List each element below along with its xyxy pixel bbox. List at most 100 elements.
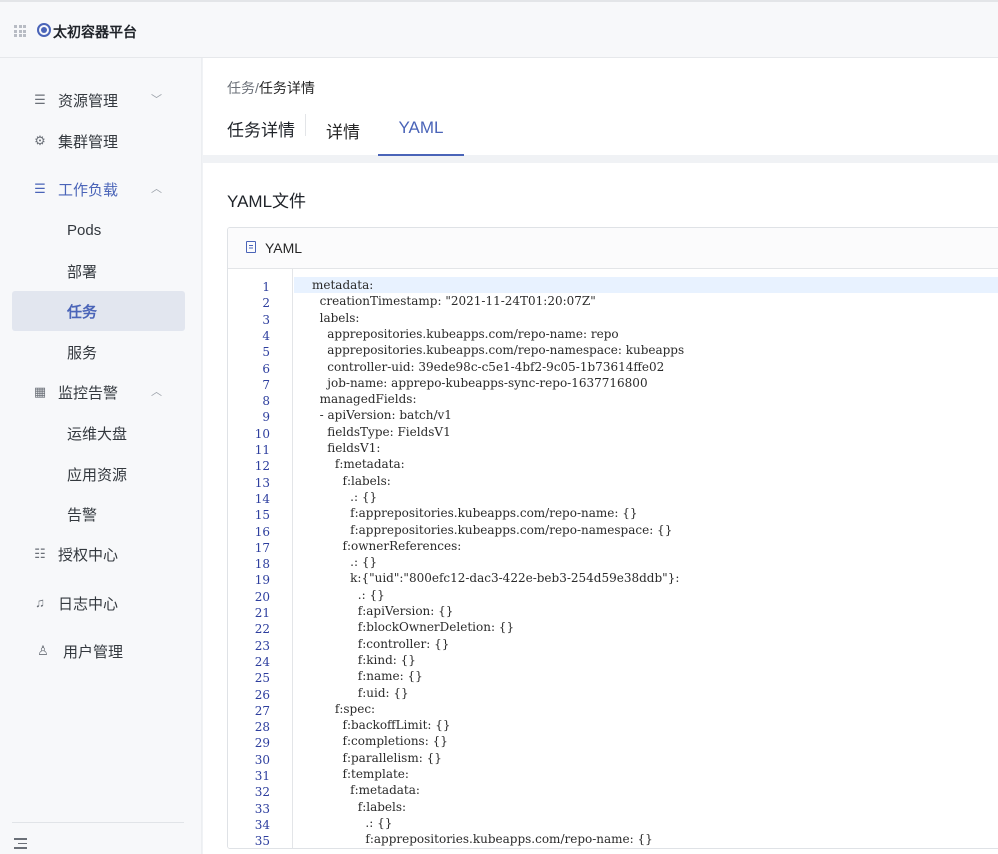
brand-title[interactable]: 太初容器平台: [53, 22, 137, 42]
yaml-card-header: YAML: [228, 228, 998, 269]
code-line: job-name: apprepo-kubeapps-sync-repo-163…: [312, 375, 648, 390]
code-line: metadata:: [312, 278, 374, 292]
yaml-card: YAML 1 2 3 4 5 6 7 8 9 10 11 12 13 14 15 16 17 18 19 20 21 22…: [227, 227, 998, 849]
sidebar-item-pods[interactable]: Pods: [0, 210, 202, 250]
line-number: 14: [254, 491, 270, 506]
code-line: f:spec:: [312, 701, 376, 716]
sidebar-divider: [12, 822, 184, 823]
sidebar-item-logs[interactable]: ♫ 日志中心: [0, 583, 202, 623]
code-line: f:ownerReferences:: [312, 538, 462, 553]
sidebar-item-authorization[interactable]: ☷ 授权中心: [0, 534, 202, 574]
tab-yaml[interactable]: YAML: [378, 118, 464, 156]
line-number: 8: [262, 394, 270, 409]
code-line: f:backoffLimit: {}: [312, 718, 451, 733]
line-number: 4: [262, 328, 270, 343]
line-number: 22: [254, 622, 270, 637]
sidebar-item-alerts[interactable]: 告警: [0, 494, 202, 534]
line-number: 9: [262, 410, 270, 425]
section-title: YAML文件: [227, 192, 307, 211]
chevron-down-icon: ﹀: [151, 94, 162, 106]
line-number: 3: [262, 312, 270, 327]
line-number: 15: [254, 508, 270, 523]
sidebar-item-resource-management[interactable]: ☰ 资源管理 ﹀: [0, 80, 202, 120]
yaml-editor[interactable]: 1 2 3 4 5 6 7 8 9 10 11 12 13 14 15 16 17 18 19 20 21 22 23 24 2…: [228, 269, 998, 848]
code-line: labels:: [312, 310, 360, 325]
code-line: .: {}: [312, 489, 378, 504]
line-number: 5: [262, 345, 270, 360]
yaml-card-title: YAML: [265, 240, 303, 256]
code-line: f:name: {}: [312, 669, 423, 684]
line-number: 16: [254, 524, 270, 539]
line-number: 35: [254, 834, 270, 849]
sidebar: ☰ 资源管理 ﹀ ⚙ 集群管理 ☰ 工作负载 ︿ Pods 部署 任务 服务 ▦…: [0, 58, 202, 854]
line-number: 30: [254, 752, 270, 767]
line-number: 21: [254, 606, 270, 620]
line-number: 26: [254, 687, 270, 702]
grid-icon: ▦: [33, 384, 47, 399]
page-header: 任务/任务详情 任务详情 详情 YAML: [203, 58, 998, 156]
line-number: 10: [254, 426, 270, 441]
bell-icon: ♫: [35, 595, 45, 610]
code-line: f:labels:: [312, 799, 407, 814]
code-line: f:completions: {}: [312, 734, 448, 749]
line-number: 33: [254, 801, 270, 816]
line-number: 11: [254, 443, 270, 457]
breadcrumb-parent[interactable]: 任务: [227, 80, 255, 96]
sidebar-item-jobs[interactable]: 任务: [12, 291, 185, 331]
code-line: f:template:: [312, 767, 409, 781]
sidebar-item-monitoring[interactable]: ▦ 监控告警 ︿: [0, 372, 202, 412]
code-line: apprepositories.kubeapps.com/repo-namesp…: [312, 343, 685, 358]
sidebar-item-workload[interactable]: ☰ 工作负载 ︿: [0, 169, 202, 209]
sidebar-item-cluster-management[interactable]: ⚙ 集群管理: [0, 121, 202, 161]
line-number: 28: [254, 720, 270, 735]
code-line: f:apprepositories.kubeapps.com/repo-name…: [312, 832, 653, 847]
line-number: 6: [262, 361, 270, 376]
main-content: YAML文件 YAML 1 2 3 4 5 6 7 8 9 10 11 12 13 14 15 16 17 18 1…: [203, 163, 998, 854]
sidebar-item-users[interactable]: ♙ 用户管理: [0, 631, 202, 671]
top-bar: 太初容器平台: [0, 0, 998, 58]
chevron-up-icon: ︿: [151, 183, 162, 195]
code-line: controller-uid: 39ede98c-c5e1-4bf2-9c05-…: [312, 359, 665, 374]
line-number: 18: [254, 557, 270, 572]
line-number: 17: [254, 540, 270, 555]
line-number: 1: [262, 280, 270, 294]
chevron-up-icon: ︿: [151, 386, 162, 398]
code-line: managedFields:: [312, 392, 417, 407]
code-line: f:kind: {}: [312, 652, 416, 667]
code-line: f:blockOwnerDeletion: {}: [312, 620, 515, 635]
sidebar-item-ops-dashboard[interactable]: 运维大盘: [0, 413, 202, 453]
line-number: 32: [254, 785, 270, 800]
list-icon: ☷: [34, 546, 46, 561]
logo-icon: [37, 23, 51, 37]
line-number: 20: [254, 589, 270, 604]
sliders-icon: ☰: [34, 92, 46, 107]
tab-detail[interactable]: 详情: [326, 118, 360, 143]
line-number: 19: [254, 573, 270, 588]
sliders-icon: ☰: [34, 181, 46, 196]
code-line: .: {}: [312, 815, 393, 830]
sidebar-item-app-resources[interactable]: 应用资源: [0, 454, 202, 494]
line-number: 34: [254, 817, 270, 832]
user-icon: ♙: [37, 643, 49, 658]
document-icon: [246, 241, 256, 253]
code-line: f:apprepositories.kubeapps.com/repo-name…: [312, 506, 638, 521]
sidebar-item-services[interactable]: 服务: [0, 332, 202, 372]
collapse-sidebar-icon[interactable]: [14, 838, 27, 851]
apps-grid-icon[interactable]: [14, 25, 26, 37]
title-divider: [305, 114, 306, 136]
line-number: 27: [254, 703, 270, 718]
page-title: 任务详情: [227, 121, 295, 140]
line-number: 24: [254, 654, 270, 669]
line-number: 7: [262, 377, 270, 392]
code-line: f:parallelism: {}: [312, 750, 442, 765]
code-line: .: {}: [312, 555, 378, 570]
code-line: creationTimestamp: "2021-11-24T01:20:07Z…: [312, 294, 596, 309]
line-number: 29: [254, 736, 270, 751]
sidebar-item-deployments[interactable]: 部署: [0, 251, 202, 291]
code-line: f:metadata:: [312, 457, 405, 472]
code-line: f:metadata:: [312, 783, 420, 798]
line-number: 23: [254, 638, 270, 653]
code-line: f:controller: {}: [312, 636, 450, 651]
line-number: 2: [262, 296, 270, 311]
code-line: f:labels:: [312, 473, 391, 488]
